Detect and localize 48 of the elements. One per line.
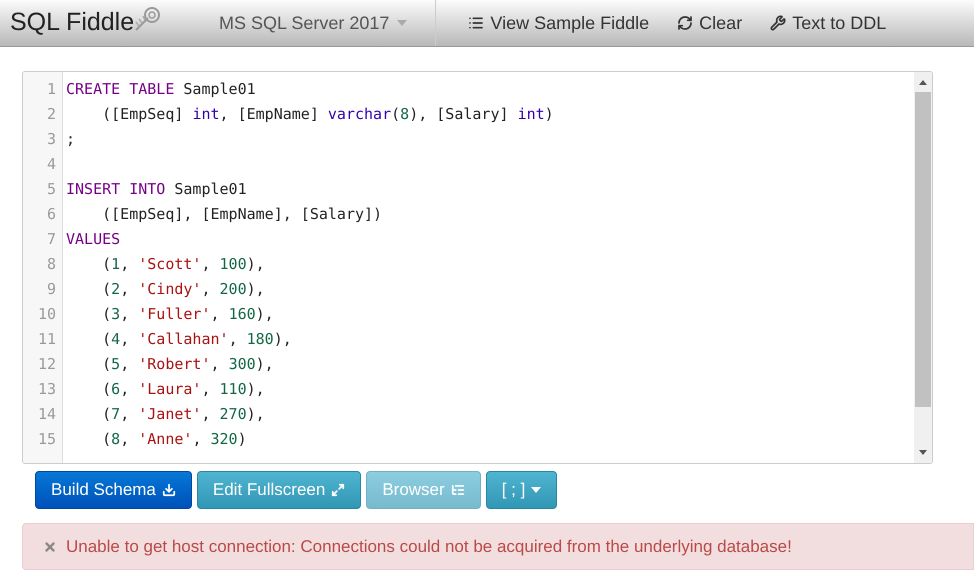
nav-link[interactable]: Clear (663, 10, 756, 36)
code-line: (4, 'Callahan', 180), (101, 329, 292, 350)
line-number: 13 (36, 379, 57, 400)
code-line: ([EmpSeq], [EmpName], [Salary]) (101, 204, 382, 225)
code-line: (6, 'Laura', 110), (101, 379, 265, 400)
database-dropdown[interactable]: MS SQL Server 2017 (205, 0, 422, 46)
line-number: 7 (46, 229, 57, 250)
error-message: Unable to get host connection: Connections could not be acquired from the underlying database! (66, 536, 792, 558)
code-line: ([EmpSeq] int, [EmpName] varchar(8), [Salary] int) (101, 104, 554, 125)
expand-icon (331, 483, 346, 497)
scroll-down-icon[interactable] (919, 450, 927, 455)
line-number: 10 (36, 304, 57, 325)
wrench-icon (770, 15, 786, 31)
close-icon (43, 540, 57, 554)
line-number: 2 (46, 104, 57, 125)
line-number: 9 (46, 279, 57, 300)
code-line: VALUES (66, 229, 120, 250)
line-number: 15 (36, 429, 57, 450)
line-number: 1 (46, 79, 57, 100)
line-number: 3 (46, 129, 57, 150)
line-number: 5 (46, 179, 57, 200)
line-number: 8 (46, 254, 57, 275)
code-line: INSERT INTO Sample01 (66, 179, 247, 200)
caret-icon (531, 487, 542, 493)
code-line: (7, 'Janet', 270), (101, 404, 265, 425)
code-line: (2, 'Cindy', 200), (101, 279, 265, 300)
scroll-up-icon[interactable] (919, 80, 927, 85)
action-button[interactable]: Build Schema (35, 471, 192, 509)
list-icon (468, 15, 484, 31)
nav-link[interactable]: Text to DDL (756, 10, 900, 36)
line-number: 14 (36, 404, 57, 425)
line-number: 11 (36, 329, 57, 350)
tree-icon (450, 483, 465, 497)
code-line: ; (66, 129, 76, 150)
code-line: (3, 'Fuller', 160), (101, 304, 274, 325)
code-line: CREATE TABLE Sample01 (66, 79, 256, 100)
scrollbar-thumb[interactable] (915, 92, 931, 407)
line-number: 6 (46, 204, 57, 225)
code-line: (5, 'Robert', 300), (101, 354, 274, 375)
line-number: 12 (36, 354, 57, 375)
code-line: (1, 'Scott', 100), (101, 254, 265, 275)
caret-icon (397, 20, 408, 26)
line-number: 4 (46, 154, 57, 175)
code-line: (8, 'Anne', 320) (101, 429, 247, 450)
download-icon (162, 483, 176, 497)
nav-link[interactable]: View Sample Fiddle (454, 10, 664, 36)
refresh-icon (677, 15, 694, 31)
app-logo[interactable]: SQL Fiddle (10, 4, 134, 42)
